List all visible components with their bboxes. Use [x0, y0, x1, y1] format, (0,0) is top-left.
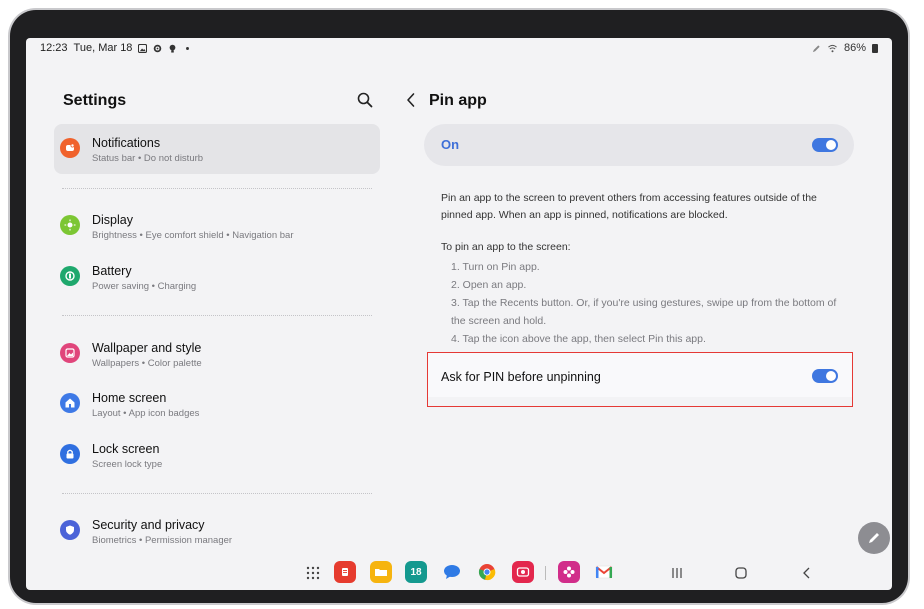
battery-icon [60, 266, 80, 286]
page-title: Pin app [429, 92, 487, 109]
dot-icon [186, 46, 190, 50]
pin-app-toggle[interactable] [812, 138, 838, 152]
files-app-icon[interactable] [370, 561, 392, 583]
back-arrow-icon[interactable] [404, 91, 418, 109]
pin-app-master-switch[interactable]: On [424, 124, 854, 166]
settings-item-subtitle: Status bar • Do not disturb [92, 153, 204, 164]
calendar-day: 18 [410, 566, 422, 578]
lock-icon [60, 444, 80, 464]
settings-item-title: Lock screen [92, 442, 160, 456]
battery-icon [872, 43, 878, 53]
status-date: Tue, Mar 18 [73, 42, 133, 54]
app-grid-icon[interactable] [306, 566, 320, 580]
settings-item-notifications[interactable]: Notifications Status bar • Do not distur… [54, 124, 380, 174]
settings-item-home-screen[interactable]: Home screen Layout • App icon badges [54, 379, 380, 429]
screen: 12:23 Tue, Mar 18 86% Settings Notificat… [26, 38, 892, 590]
settings-item-subtitle: Layout • App icon badges [92, 408, 200, 419]
step-item: 2. Open an app. [451, 279, 527, 291]
bell-icon [60, 138, 80, 158]
bixby-app-icon[interactable] [558, 561, 580, 583]
chrome-app-icon[interactable] [476, 561, 498, 583]
search-icon[interactable] [356, 91, 374, 109]
sun-icon [60, 215, 80, 235]
divider [62, 315, 372, 316]
taskbar: 18 [26, 558, 892, 590]
status-time: 12:23 [40, 42, 68, 54]
camera-app-icon[interactable] [512, 561, 534, 583]
status-bar: 12:23 Tue, Mar 18 86% [26, 38, 892, 60]
edit-fab-button[interactable] [858, 522, 890, 554]
on-label: On [441, 137, 460, 152]
recents-nav-icon[interactable] [670, 566, 684, 580]
home-nav-icon[interactable] [734, 566, 748, 580]
ask-pin-highlight: Ask for PIN before unpinning [427, 352, 853, 407]
step-item: 1. Turn on Pin app. [451, 261, 540, 273]
settings-item-subtitle: Screen lock type [92, 459, 163, 470]
settings-item-lock-screen[interactable]: Lock screen Screen lock type [54, 430, 380, 480]
settings-title: Settings [63, 92, 127, 109]
settings-item-subtitle: Power saving • Charging [92, 281, 197, 292]
description-text: Pin an app to the screen to prevent othe… [441, 192, 817, 221]
settings-item-title: Battery [92, 264, 132, 278]
settings-item-subtitle: Wallpapers • Color palette [92, 358, 202, 369]
settings-item-title: Wallpaper and style [92, 341, 202, 355]
ask-pin-setting[interactable]: Ask for PIN before unpinning [428, 353, 852, 397]
settings-item-subtitle: Biometrics • Permission manager [92, 535, 233, 546]
gallery-icon [138, 43, 148, 53]
divider [62, 188, 372, 189]
settings-item-display[interactable]: Display Brightness • Eye comfort shield … [54, 201, 380, 251]
pen-icon [812, 44, 820, 52]
settings-item-wallpaper[interactable]: Wallpaper and style Wallpapers • Color p… [54, 329, 380, 379]
battery-percent: 86% [843, 42, 866, 54]
steps-heading: To pin an app to the screen: [441, 241, 571, 253]
settings-item-battery[interactable]: Battery Power saving • Charging [54, 252, 380, 302]
settings-item-title: Security and privacy [92, 518, 205, 532]
calendar-app-icon[interactable]: 18 [405, 561, 427, 583]
step-item: 4. Tap the icon above the app, then sele… [451, 333, 706, 345]
pencil-icon [869, 533, 879, 543]
image-icon [60, 343, 80, 363]
ask-pin-label: Ask for PIN before unpinning [441, 370, 601, 384]
bulb-icon [170, 44, 176, 53]
notes-app-icon[interactable] [334, 561, 356, 583]
tablet-frame: 12:23 Tue, Mar 18 86% Settings Notificat… [10, 10, 908, 603]
back-nav-icon[interactable] [800, 566, 814, 580]
settings-item-subtitle: Brightness • Eye comfort shield • Naviga… [92, 230, 294, 241]
step-item: 3. Tap the Recents button. Or, if you're… [451, 297, 837, 327]
wifi-icon [828, 44, 837, 52]
gear-icon [154, 44, 162, 52]
settings-item-security[interactable]: Security and privacy Biometrics • Permis… [54, 506, 380, 556]
settings-item-title: Display [92, 213, 133, 227]
divider [62, 493, 372, 494]
dock-separator [545, 566, 546, 580]
settings-item-title: Home screen [92, 391, 167, 405]
gmail-app-icon[interactable] [593, 561, 615, 583]
home-icon [60, 393, 80, 413]
settings-item-title: Notifications [92, 136, 161, 150]
shield-icon [60, 520, 80, 540]
ask-pin-toggle[interactable] [812, 369, 838, 383]
messages-app-icon[interactable] [441, 561, 463, 583]
